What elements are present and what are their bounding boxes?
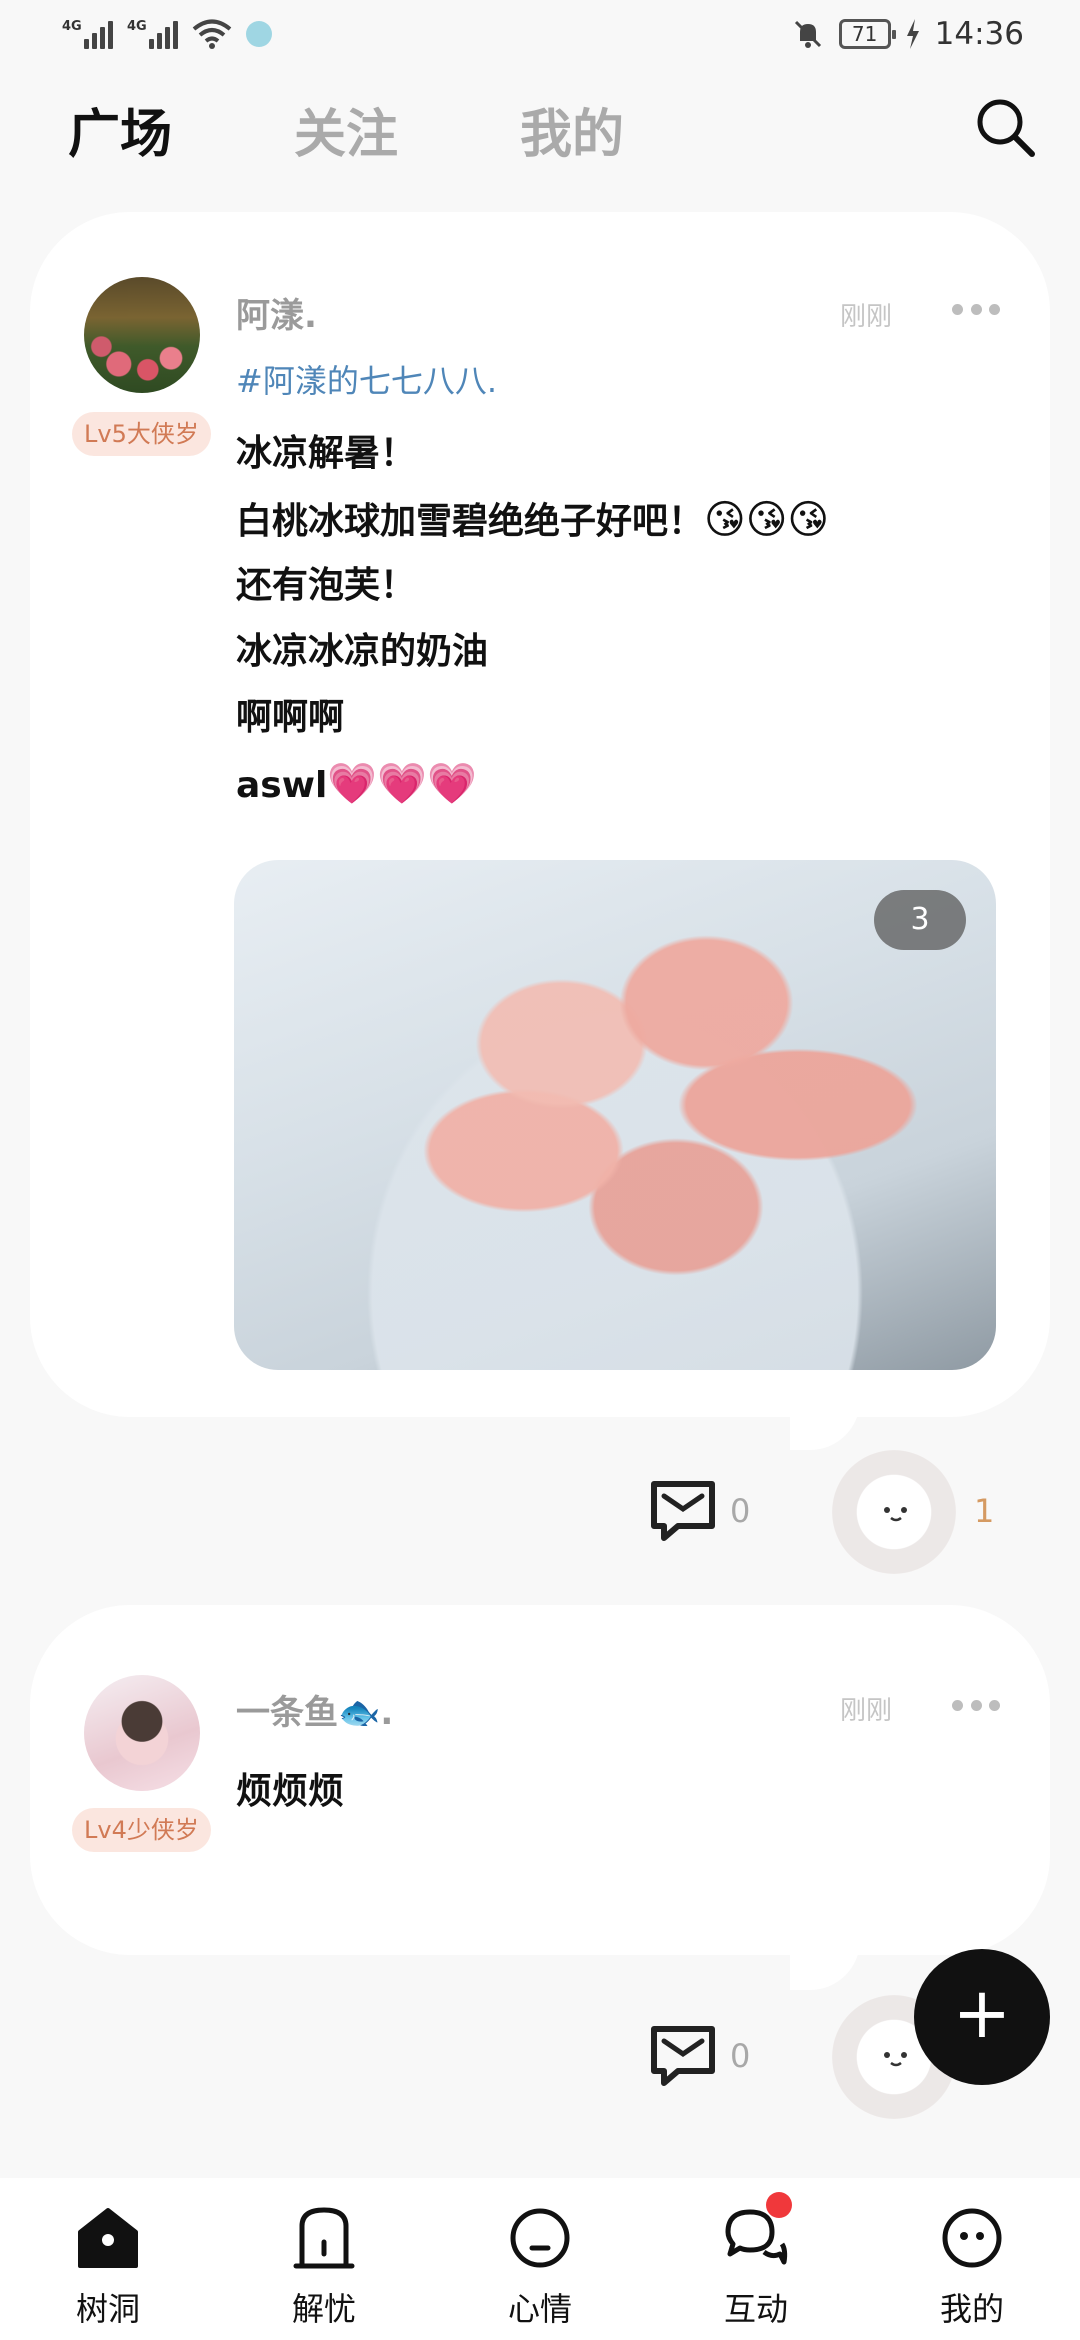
post-line: 还有泡芙！ bbox=[236, 565, 417, 606]
tab-following[interactable]: 关注 bbox=[294, 92, 520, 167]
search-icon[interactable] bbox=[972, 94, 1038, 160]
heart-emoji: 💗💗💗 bbox=[327, 761, 477, 807]
bottom-nav: 树洞 解忧 心情 互动 我的 bbox=[0, 2178, 1080, 2340]
nav-label: 我的 bbox=[939, 2290, 1004, 2328]
comment-count: 0 bbox=[730, 2037, 751, 2075]
create-post-button[interactable]: + bbox=[914, 1949, 1050, 2085]
wifi-icon bbox=[192, 19, 232, 49]
status-bar: 4G 4G 71 14:36 bbox=[0, 0, 1080, 72]
nav-item-treehole[interactable]: 树洞 bbox=[0, 2178, 216, 2340]
ghost-face-icon bbox=[884, 1507, 907, 1522]
nav-label: 互动 bbox=[723, 2290, 788, 2328]
clock: 14:36 bbox=[934, 16, 1024, 52]
topic-tag[interactable]: #阿漾的七七八八. bbox=[236, 356, 497, 402]
avatar[interactable] bbox=[84, 1675, 200, 1791]
level-badge: Lv5大侠岁 bbox=[72, 412, 211, 456]
battery-indicator: 71 bbox=[838, 19, 896, 49]
post-card[interactable] bbox=[30, 1605, 1050, 1955]
home-icon bbox=[78, 2208, 138, 2268]
post-timestamp: 刚刚 bbox=[839, 302, 892, 332]
nav-item-relief[interactable]: 解忧 bbox=[216, 2178, 432, 2340]
nav-item-interact[interactable]: 互动 bbox=[648, 2178, 864, 2340]
notification-badge bbox=[766, 2192, 792, 2218]
reaction-button[interactable] bbox=[832, 1450, 956, 1574]
post-content: 烦烦烦 bbox=[236, 1771, 345, 1812]
status-left: 4G 4G bbox=[62, 18, 272, 50]
top-tab-bar: 广场 关注 我的 bbox=[68, 92, 746, 167]
profile-icon bbox=[942, 2208, 1002, 2268]
post-actions: 0 1 bbox=[0, 1450, 1080, 1574]
tab-mine[interactable]: 我的 bbox=[520, 92, 746, 167]
charging-icon bbox=[906, 19, 919, 49]
level-badge: Lv4少侠岁 bbox=[72, 1808, 211, 1852]
network-type-label: 4G bbox=[62, 19, 82, 34]
post-line: 白桃冰球加雪碧绝绝子好吧！😘😘😘 bbox=[236, 497, 830, 543]
nav-label: 解忧 bbox=[291, 2290, 356, 2328]
reaction-count: 1 bbox=[974, 1492, 995, 1530]
kiss-emoji: 😘😘😘 bbox=[704, 497, 830, 543]
network-type-label: 4G bbox=[127, 19, 147, 34]
post-content: 冰凉解暑！ 白桃冰球加雪碧绝绝子好吧！😘😘😘 还有泡芙！ 冰凉冰凉的奶油 啊啊啊… bbox=[236, 430, 829, 826]
nav-label: 树洞 bbox=[75, 2290, 140, 2328]
status-right: 71 14:36 bbox=[791, 16, 1024, 52]
card-tail bbox=[790, 1400, 860, 1450]
nav-item-profile[interactable]: 我的 bbox=[864, 2178, 1080, 2340]
nav-label: 心情 bbox=[507, 2290, 572, 2328]
comment-icon[interactable] bbox=[648, 2021, 718, 2087]
comment-icon[interactable] bbox=[648, 1476, 718, 1542]
avatar[interactable] bbox=[84, 277, 200, 393]
username[interactable]: 一条鱼🐟. bbox=[236, 1685, 393, 1734]
username[interactable]: 阿漾. bbox=[236, 288, 317, 337]
post-line: 冰凉解暑！ bbox=[236, 433, 417, 474]
ghost-face-icon bbox=[884, 2052, 907, 2067]
signal-icon: 4G bbox=[127, 19, 178, 49]
card-tail bbox=[790, 1940, 860, 1990]
more-options-icon[interactable] bbox=[952, 304, 1000, 318]
post-timestamp: 刚刚 bbox=[839, 1696, 892, 1726]
mute-bell-icon bbox=[794, 20, 821, 48]
door-icon bbox=[293, 2207, 355, 2269]
post-line: aswl💗💗💗 bbox=[236, 761, 477, 807]
more-options-icon[interactable] bbox=[952, 1700, 1000, 1714]
signal-icon: 4G bbox=[62, 19, 113, 49]
post-line: 冰凉冰凉的奶油 bbox=[236, 631, 489, 672]
tab-square[interactable]: 广场 bbox=[68, 92, 294, 167]
nav-item-mood[interactable]: 心情 bbox=[432, 2178, 648, 2340]
mood-icon bbox=[510, 2208, 570, 2268]
comment-count: 0 bbox=[730, 1492, 751, 1530]
post-line: 啊啊啊 bbox=[236, 697, 345, 738]
post-image[interactable]: 3 bbox=[234, 860, 996, 1370]
image-count-badge: 3 bbox=[874, 890, 966, 950]
app-notification-icon bbox=[246, 21, 272, 47]
